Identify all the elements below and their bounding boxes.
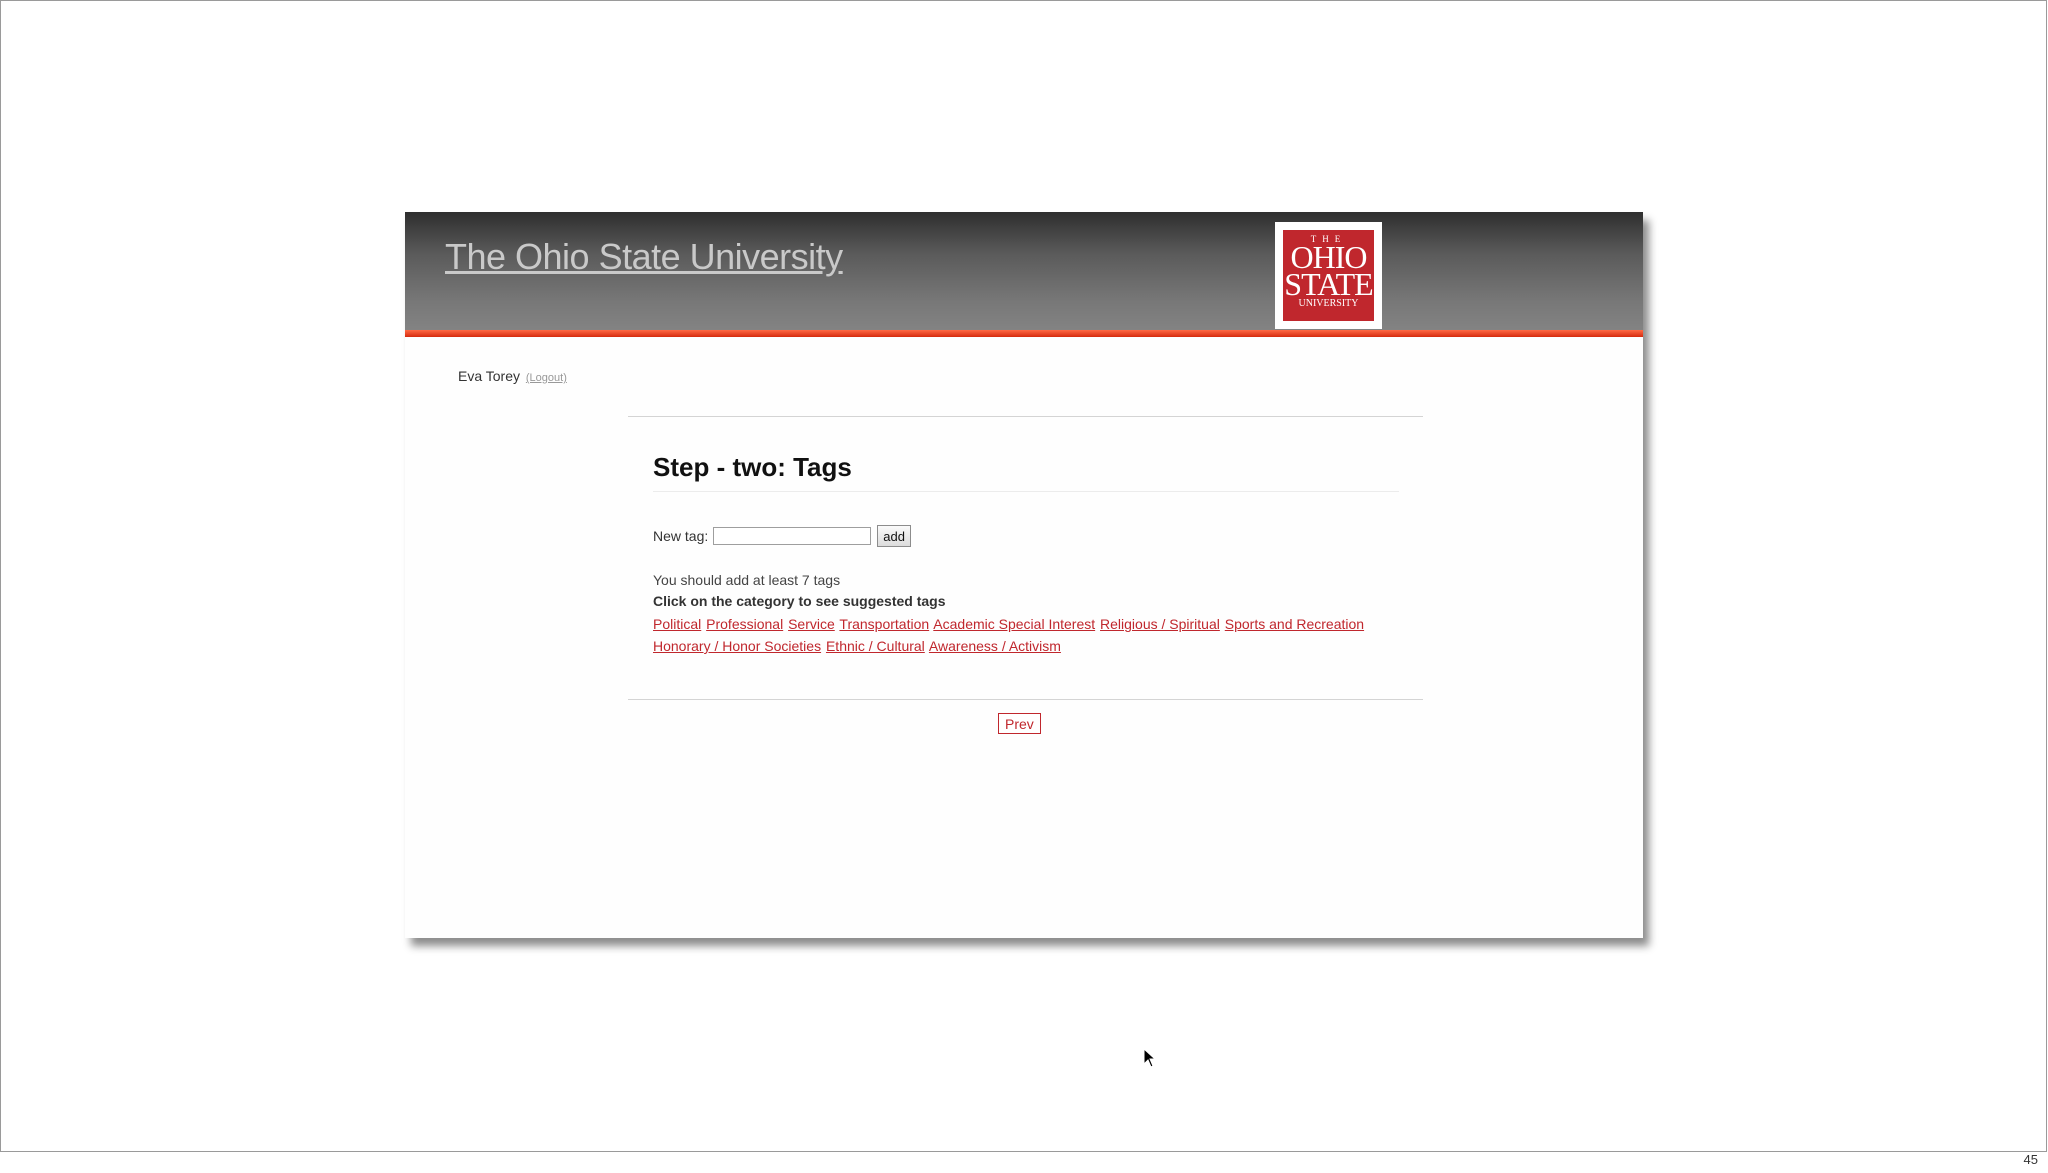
category-link-honorary-honor-societies[interactable]: Honorary / Honor Societies bbox=[653, 638, 821, 654]
user-name: Eva Torey bbox=[458, 368, 520, 384]
prev-button[interactable]: Prev bbox=[998, 713, 1041, 734]
category-link-sports-and-recreation[interactable]: Sports and Recreation bbox=[1225, 616, 1364, 632]
logout-link[interactable]: (Logout) bbox=[526, 372, 567, 384]
browser-page: The Ohio State University THE OHIO STATE… bbox=[405, 212, 1643, 1068]
title-divider bbox=[653, 491, 1399, 492]
category-link-transportation[interactable]: Transportation bbox=[839, 616, 929, 632]
category-link-political[interactable]: Political bbox=[653, 616, 701, 632]
category-link-awareness-activism[interactable]: Awareness / Activism bbox=[929, 638, 1061, 654]
bottom-divider bbox=[628, 699, 1423, 700]
category-link-service[interactable]: Service bbox=[788, 616, 835, 632]
university-logo: THE OHIO STATE UNIVERSITY bbox=[1275, 222, 1382, 329]
tag-count-hint: You should add at least 7 tags bbox=[653, 572, 841, 588]
category-instruction: Click on the category to see suggested t… bbox=[653, 593, 946, 609]
category-link-religious-spiritual[interactable]: Religious / Spiritual bbox=[1100, 616, 1220, 632]
new-tag-row: New tag: add bbox=[653, 525, 911, 547]
header-accent-stripe bbox=[405, 330, 1643, 337]
user-info: Eva Torey (Logout) bbox=[458, 368, 567, 384]
slide-number: 45 bbox=[2023, 1152, 2038, 1167]
logo-mark: THE OHIO STATE UNIVERSITY bbox=[1283, 230, 1374, 321]
page-title: Step - two: Tags bbox=[653, 452, 852, 482]
add-tag-button[interactable]: add bbox=[877, 525, 911, 547]
new-tag-label: New tag: bbox=[653, 528, 709, 544]
category-link-ethnic-cultural[interactable]: Ethnic / Cultural bbox=[826, 638, 925, 654]
mouse-cursor-icon bbox=[1143, 1048, 1157, 1068]
category-list: Political Professional Service Transport… bbox=[653, 613, 1383, 657]
site-header: The Ohio State University THE OHIO STATE… bbox=[405, 212, 1643, 330]
new-tag-input[interactable] bbox=[713, 527, 872, 545]
site-title-link[interactable]: The Ohio State University bbox=[445, 236, 843, 278]
category-link-professional[interactable]: Professional bbox=[706, 616, 783, 632]
category-link-academic-special-interest[interactable]: Academic Special Interest bbox=[933, 616, 1095, 632]
top-divider bbox=[628, 416, 1423, 417]
